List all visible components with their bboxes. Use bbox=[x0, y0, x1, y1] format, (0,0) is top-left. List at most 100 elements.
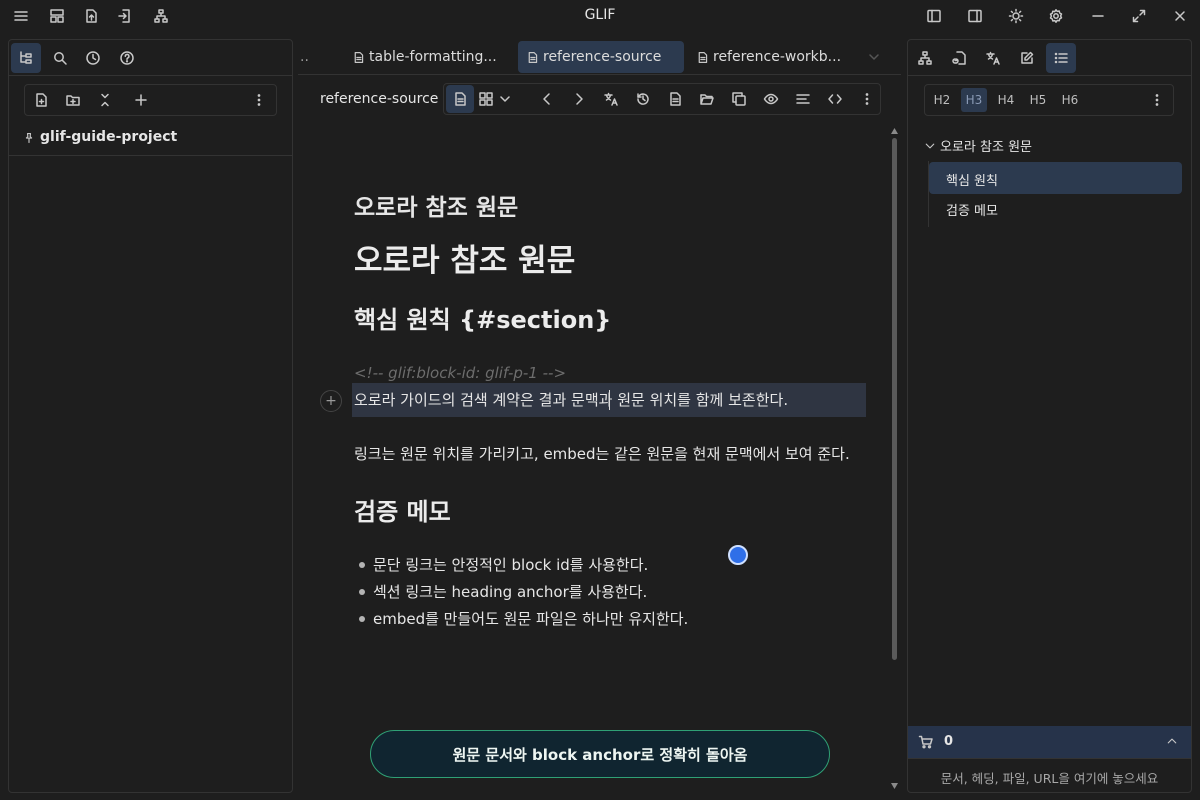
theme-sun-icon[interactable] bbox=[1002, 2, 1030, 30]
heading-level-toolbar: H2 H3 H4 H5 H6 bbox=[924, 84, 1174, 116]
add-block-button[interactable]: + bbox=[320, 390, 342, 412]
block-id-comment: <!-- glif:block-id: glif-p-1 --> bbox=[354, 364, 567, 382]
code-icon[interactable] bbox=[821, 85, 849, 113]
project-name: glif-guide-project bbox=[40, 129, 178, 145]
heading-level-h6[interactable]: H6 bbox=[1057, 88, 1083, 112]
pointer-indicator bbox=[728, 545, 748, 565]
drop-zone[interactable]: 문서, 헤딩, 파일, URL을 여기에 놓으세요 bbox=[908, 758, 1191, 792]
tab-label: reference-workb... bbox=[713, 49, 842, 65]
tab-outline[interactable] bbox=[1046, 43, 1076, 73]
help-icon bbox=[120, 51, 134, 65]
cart-bar[interactable]: 0 bbox=[908, 726, 1191, 758]
tab-label: reference-source bbox=[543, 49, 662, 65]
clock-icon bbox=[86, 51, 100, 65]
search-icon bbox=[54, 52, 67, 65]
heading-level-h4[interactable]: H4 bbox=[993, 88, 1019, 112]
left-sidebar-toggle-icon[interactable] bbox=[920, 2, 948, 30]
tab-table-formatting[interactable]: table-formatting... bbox=[344, 41, 505, 73]
editor-pane[interactable]: 오로라 참조 원문 오로라 참조 원문 핵심 원칙 {#section} <!-… bbox=[298, 122, 901, 793]
outline-root-label: 오로라 참조 원문 bbox=[940, 140, 1032, 155]
right-sidebar-toggle-icon[interactable] bbox=[961, 2, 989, 30]
preview-eye-icon[interactable] bbox=[757, 85, 785, 113]
scroll-up-arrow-icon[interactable] bbox=[891, 128, 898, 134]
text-caret bbox=[609, 390, 610, 410]
list-item[interactable]: 섹션 링크는 heading anchor를 사용한다. bbox=[354, 581, 866, 608]
heading-level-h2[interactable]: H2 bbox=[929, 88, 955, 112]
view-header: reference-source bbox=[298, 80, 901, 118]
layout-icon[interactable] bbox=[43, 2, 71, 30]
copy-icon[interactable] bbox=[725, 85, 753, 113]
maximize-icon[interactable] bbox=[1125, 2, 1153, 30]
tab-help[interactable] bbox=[112, 43, 142, 73]
heading-level-h5[interactable]: H5 bbox=[1025, 88, 1051, 112]
heading-1[interactable]: 오로라 참조 원문 bbox=[354, 235, 866, 280]
link-file-icon bbox=[952, 51, 966, 65]
cart-count: 0 bbox=[944, 734, 954, 749]
document-title: 오로라 참조 원문 bbox=[354, 195, 519, 221]
more-options-icon[interactable] bbox=[245, 86, 273, 114]
close-icon[interactable] bbox=[1166, 2, 1194, 30]
tab-edit[interactable] bbox=[1012, 43, 1042, 73]
right-sidebar-tabs bbox=[908, 40, 1191, 76]
tab-graph[interactable] bbox=[910, 43, 940, 73]
document-view-icon[interactable] bbox=[446, 85, 474, 113]
heading-section[interactable]: 핵심 원칙 {#section} bbox=[354, 300, 866, 335]
right-sidebar: H2 H3 H4 H5 H6 오로라 참조 원문 핵심 원칙 검증 메모 0 문… bbox=[907, 39, 1192, 793]
tab-label: table-formatting... bbox=[369, 49, 497, 65]
outline-item[interactable]: 검증 메모 bbox=[946, 200, 998, 219]
document-tab-bar: .. table-formatting... reference-source … bbox=[298, 39, 901, 75]
import-file-icon[interactable] bbox=[111, 2, 139, 30]
tab-file-tree[interactable] bbox=[11, 43, 41, 73]
open-folder-icon[interactable] bbox=[693, 85, 721, 113]
tab-translate[interactable] bbox=[978, 43, 1008, 73]
tab-overflow-left[interactable]: .. bbox=[298, 41, 317, 73]
left-sidebar-tabs bbox=[9, 40, 292, 76]
heading-level-h3[interactable]: H3 bbox=[961, 88, 987, 112]
more-options-icon[interactable] bbox=[1143, 86, 1171, 114]
file-icon[interactable] bbox=[661, 85, 689, 113]
history-icon[interactable] bbox=[629, 85, 657, 113]
scrollbar-thumb[interactable] bbox=[892, 138, 897, 660]
chevron-up-icon[interactable] bbox=[1166, 735, 1178, 747]
bullet-list: 문단 링크는 안정적인 block id를 사용한다. 섹션 링크는 headi… bbox=[354, 554, 866, 635]
align-text-icon[interactable] bbox=[789, 85, 817, 113]
file-tree-icon bbox=[20, 51, 32, 64]
outline-root-item[interactable]: 오로라 참조 원문 bbox=[924, 136, 1032, 155]
export-file-icon[interactable] bbox=[77, 2, 105, 30]
list-item[interactable]: embed를 만들어도 원문 파일은 하나만 유지한다. bbox=[354, 608, 866, 635]
forward-arrow-icon[interactable] bbox=[565, 85, 593, 113]
translate-icon bbox=[986, 51, 1000, 65]
settings-gear-icon[interactable] bbox=[1042, 2, 1070, 30]
new-file-icon[interactable] bbox=[27, 86, 55, 114]
heading-memo[interactable]: 검증 메모 bbox=[354, 492, 866, 527]
paragraph-block[interactable]: 링크는 원문 위치를 가리키고, embed는 같은 원문을 현재 문맥에서 보… bbox=[354, 443, 866, 464]
tab-search[interactable] bbox=[45, 43, 75, 73]
menu-icon[interactable] bbox=[7, 2, 35, 30]
outline-list-icon bbox=[1054, 52, 1068, 64]
back-arrow-icon[interactable] bbox=[533, 85, 561, 113]
outline-item-active[interactable]: 핵심 원칙 bbox=[929, 162, 1182, 194]
add-icon[interactable] bbox=[127, 86, 155, 114]
tab-history[interactable] bbox=[78, 43, 108, 73]
chevron-down-icon bbox=[925, 143, 935, 148]
new-folder-icon[interactable] bbox=[59, 86, 87, 114]
pin-icon bbox=[25, 132, 33, 144]
list-item[interactable]: 문단 링크는 안정적인 block id를 사용한다. bbox=[354, 554, 866, 581]
collapse-all-icon[interactable] bbox=[91, 86, 119, 114]
file-toolbar bbox=[24, 84, 277, 116]
document-icon bbox=[354, 51, 364, 63]
chevron-down-icon[interactable] bbox=[494, 85, 516, 113]
minimize-icon[interactable] bbox=[1084, 2, 1112, 30]
left-sidebar: glif-guide-project bbox=[8, 39, 293, 793]
hierarchy-icon[interactable] bbox=[147, 2, 175, 30]
tab-reference-source[interactable]: reference-source bbox=[518, 41, 684, 73]
translate-icon[interactable] bbox=[597, 85, 625, 113]
tab-list-chevron-icon[interactable] bbox=[866, 49, 882, 65]
project-root-item[interactable]: glif-guide-project bbox=[9, 120, 292, 156]
tab-reference-workbook[interactable]: reference-workb... bbox=[688, 41, 849, 73]
return-to-source-button[interactable]: 원문 문서와 block anchor로 정확히 돌아옴 bbox=[370, 730, 830, 778]
more-options-icon[interactable] bbox=[853, 85, 881, 113]
scroll-down-arrow-icon[interactable] bbox=[891, 783, 898, 789]
tab-links[interactable] bbox=[944, 43, 974, 73]
document-icon bbox=[528, 51, 538, 63]
